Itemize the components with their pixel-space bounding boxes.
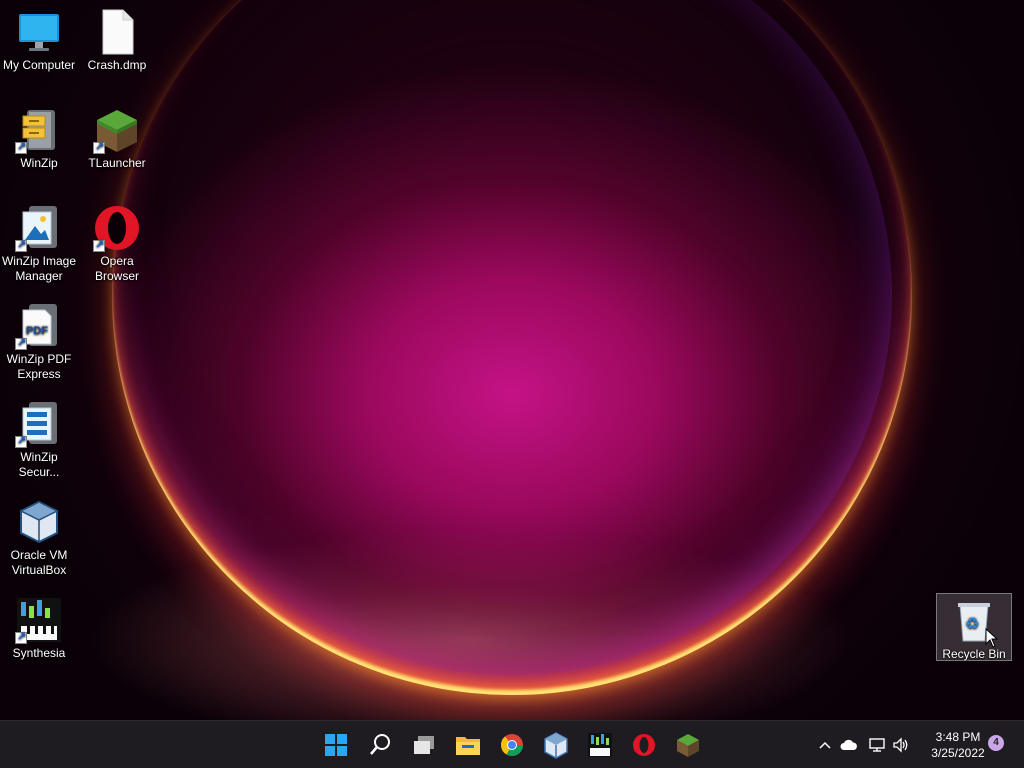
clock-date: 3/25/2022 (931, 746, 985, 760)
chevron-up-icon (819, 741, 831, 749)
taskbar-file-explorer[interactable] (452, 729, 484, 761)
search-button[interactable] (364, 729, 396, 761)
task-view-icon (414, 736, 434, 754)
pdf-icon: PDF (15, 302, 63, 351)
shortcut-arrow-icon (15, 140, 27, 155)
folder-icon (456, 737, 480, 755)
mouse-cursor-icon (985, 627, 999, 653)
show-hidden-icons-button[interactable] (818, 721, 834, 768)
desktop-icon-winzip-secure[interactable]: WinZip Secur... (1, 400, 77, 480)
taskbar: 3:48 PM 3/25/2022 (0, 720, 1024, 768)
desktop-icon-label: Crash.dmp (87, 58, 147, 72)
start-button[interactable] (320, 729, 352, 761)
wallpaper-ring (112, 0, 912, 695)
search-icon (370, 734, 390, 755)
network-icon (869, 738, 885, 752)
synthesia-icon (588, 733, 612, 757)
desktop-icon-tlauncher[interactable]: TLauncher (79, 106, 155, 171)
task-view-button[interactable] (408, 729, 440, 761)
clock[interactable]: 3:48 PM 3/25/2022 (918, 729, 998, 761)
cloud-icon (840, 739, 857, 750)
desktop-icon-label: WinZip Image Manager (1, 254, 77, 283)
virtualbox-icon (15, 498, 63, 546)
desktop-icon-label: WinZip Secur... (18, 450, 60, 479)
virtualbox-icon (544, 732, 568, 759)
desktop-icon-recycle-bin[interactable]: ♻ Recycle Bin (936, 593, 1012, 661)
taskbar-opera[interactable] (628, 729, 660, 761)
onedrive-button[interactable] (840, 721, 860, 768)
svg-text:♻: ♻ (965, 614, 979, 633)
taskbar-virtualbox[interactable] (540, 729, 572, 761)
windows-logo-icon (325, 734, 347, 756)
network-button[interactable] (868, 721, 888, 768)
desktop-icon-winzip-image-manager[interactable]: WinZip Image Manager (1, 204, 77, 284)
taskbar-synthesia[interactable] (584, 729, 616, 761)
shortcut-arrow-icon (15, 630, 27, 645)
desktop-icon-label: TLauncher (88, 156, 146, 170)
desktop-icon-label: Oracle VM VirtualBox (10, 548, 68, 577)
desktop-icon-label: Opera Browser (94, 254, 139, 283)
desktop-icon-winzip[interactable]: WinZip (1, 106, 77, 171)
desktop-icon-winzip-pdf-express[interactable]: PDF WinZip PDF Express (1, 302, 77, 382)
desktop-icon-label: Recycle Bin (942, 647, 1006, 661)
desktop-icon-label: WinZip PDF Express (6, 352, 72, 381)
speaker-icon (893, 737, 908, 753)
chrome-icon (501, 734, 523, 756)
desktop-icon-my-computer[interactable]: My Computer (1, 8, 77, 73)
file-icon (93, 8, 141, 56)
shortcut-arrow-icon (15, 238, 27, 253)
desktop-icon-label: Synthesia (12, 646, 66, 660)
desktop-icon-oracle-vm-virtualbox[interactable]: Oracle VM VirtualBox (1, 498, 77, 578)
shortcut-arrow-icon (93, 238, 105, 253)
notification-badge[interactable]: 4 (988, 735, 1004, 751)
clock-time: 3:48 PM (935, 730, 981, 744)
secure-backup-icon (15, 400, 63, 449)
shortcut-arrow-icon (15, 336, 27, 351)
shortcut-arrow-icon (93, 140, 105, 155)
desktop-icon-synthesia[interactable]: Synthesia (1, 596, 77, 661)
taskbar-tlauncher[interactable] (672, 729, 704, 761)
grass-block-icon (93, 106, 141, 155)
wallpaper-glow (132, 0, 892, 675)
grass-block-icon (677, 734, 699, 757)
desktop-icon-label: WinZip (20, 156, 58, 170)
desktop-icon-label: My Computer (2, 58, 76, 72)
taskbar-chrome[interactable] (496, 729, 528, 761)
volume-button[interactable] (892, 721, 912, 768)
svg-text:PDF: PDF (26, 325, 48, 337)
desktop-icon-opera-browser[interactable]: Opera Browser (79, 204, 155, 284)
synthesia-icon (15, 596, 63, 645)
opera-icon (93, 204, 141, 253)
image-manager-icon (15, 204, 63, 253)
opera-icon (633, 734, 655, 756)
monitor-icon (15, 8, 63, 56)
shortcut-arrow-icon (15, 434, 27, 449)
winzip-icon (15, 106, 63, 155)
desktop-icon-crash-dmp[interactable]: Crash.dmp (79, 8, 155, 73)
